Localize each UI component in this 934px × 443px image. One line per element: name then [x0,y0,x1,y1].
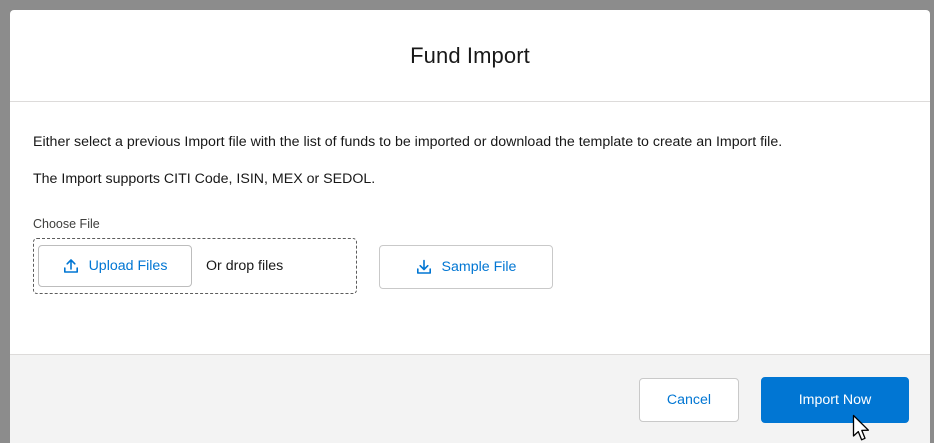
modal-body: Either select a previous Import file wit… [10,102,930,354]
upload-files-button[interactable]: Upload Files [38,245,192,287]
import-now-button[interactable]: Import Now [761,377,909,423]
modal-header: Fund Import [10,10,930,102]
sample-file-label: Sample File [441,259,517,275]
modal-title: Fund Import [410,42,530,68]
upload-files-label: Upload Files [88,258,168,274]
import-description: Either select a previous Import file wit… [33,134,783,150]
file-dropzone[interactable]: Upload Files Or drop files [33,238,357,294]
supported-codes-text: The Import supports CITI Code, ISIN, MEX… [33,171,376,187]
upload-icon [63,259,78,273]
cancel-button[interactable]: Cancel [639,378,739,422]
file-row: Upload Files Or drop files Sample File [33,238,906,294]
choose-file-label: Choose File [33,217,100,231]
download-icon [416,259,431,274]
modal-footer: Cancel Import Now [10,354,930,443]
sample-file-button[interactable]: Sample File [379,245,553,289]
drop-files-text: Or drop files [206,258,284,274]
fund-import-modal: Fund Import Either select a previous Imp… [10,10,930,443]
